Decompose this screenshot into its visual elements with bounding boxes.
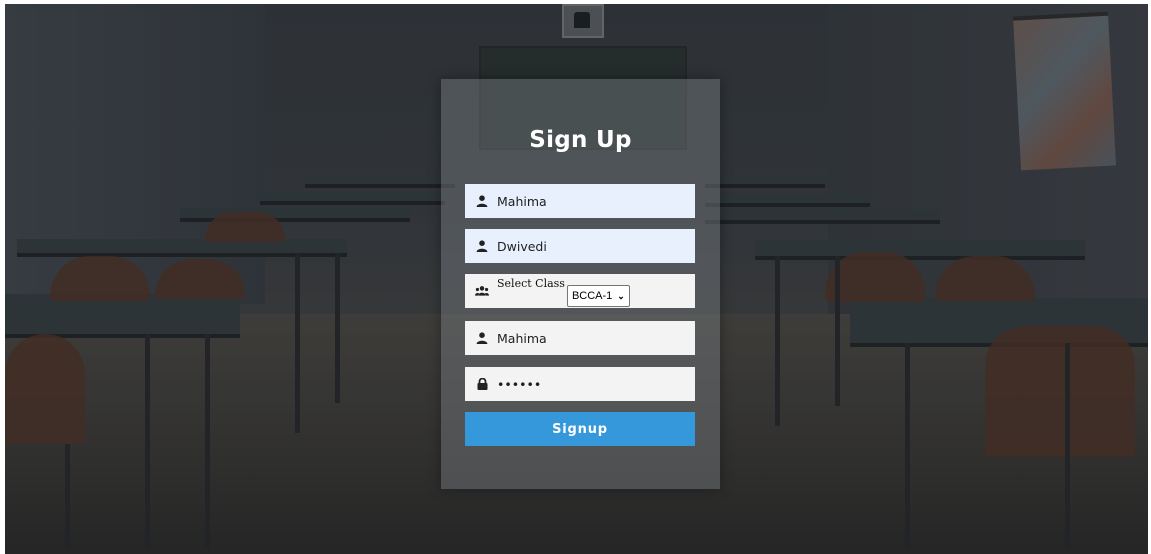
first-name-field[interactable] [465,184,695,218]
first-name-input[interactable] [497,193,687,209]
signup-button[interactable]: Signup [465,412,695,446]
page-title: Sign Up [529,127,632,153]
class-select-value: BCCA-1 [571,290,613,302]
last-name-input[interactable] [497,238,687,254]
user-icon [475,194,489,208]
lock-icon [475,377,489,391]
username-input[interactable] [497,330,687,346]
class-select-dropdown[interactable]: BCCA-1 ⌄ [566,285,630,307]
class-select-label: Select Class [497,277,565,290]
user-icon [475,239,489,253]
last-name-field[interactable] [465,229,695,263]
username-field[interactable] [465,321,695,355]
chevron-down-icon: ⌄ [617,290,625,301]
classroom-background: Sign Up Select Class BCCA-1 ⌄ [5,4,1148,554]
class-select-field: Select Class BCCA-1 ⌄ [465,274,695,308]
user-icon [475,331,489,345]
users-icon [475,284,489,298]
signup-panel: Sign Up Select Class BCCA-1 ⌄ [441,79,720,489]
password-field[interactable]: •••••• [465,367,695,401]
password-input[interactable]: •••••• [497,377,541,392]
